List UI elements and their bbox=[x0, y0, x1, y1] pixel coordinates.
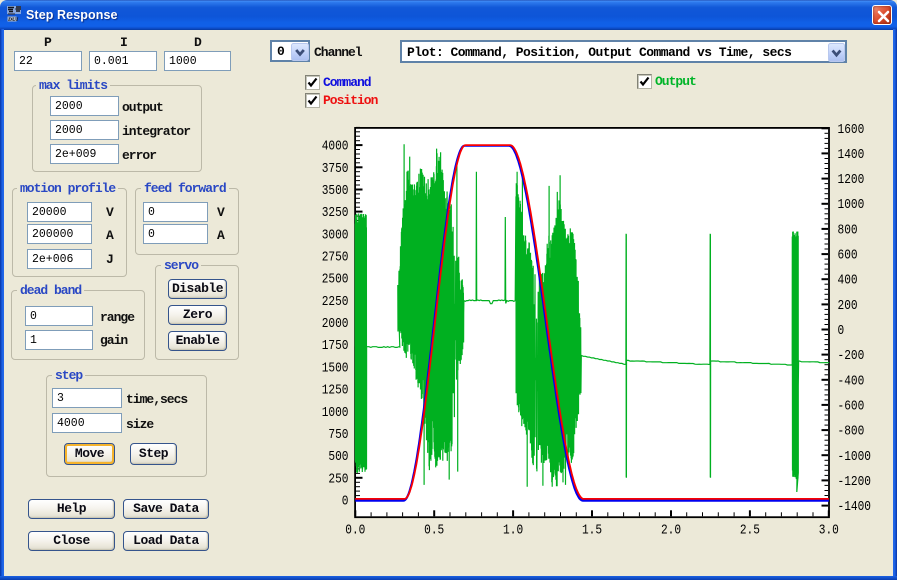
svg-text:800: 800 bbox=[838, 223, 858, 238]
svg-text:2250: 2250 bbox=[322, 295, 349, 310]
svg-text:0.5: 0.5 bbox=[424, 524, 444, 539]
svg-text:500: 500 bbox=[328, 450, 348, 465]
svg-text:1600: 1600 bbox=[838, 123, 865, 138]
svg-text:1000: 1000 bbox=[322, 406, 349, 421]
svg-text:2.0: 2.0 bbox=[661, 524, 681, 539]
svg-text:600: 600 bbox=[838, 249, 858, 264]
svg-text:1750: 1750 bbox=[322, 339, 349, 354]
svg-text:4000: 4000 bbox=[322, 140, 349, 155]
svg-text:-400: -400 bbox=[838, 374, 865, 389]
svg-text:1400: 1400 bbox=[838, 148, 865, 163]
svg-text:1000: 1000 bbox=[838, 198, 865, 213]
svg-text:0.0: 0.0 bbox=[345, 524, 365, 539]
svg-text:3250: 3250 bbox=[322, 206, 349, 221]
svg-text:400: 400 bbox=[838, 274, 858, 289]
svg-text:750: 750 bbox=[328, 428, 348, 443]
svg-text:200: 200 bbox=[838, 299, 858, 314]
svg-text:3000: 3000 bbox=[322, 228, 349, 243]
svg-text:1.5: 1.5 bbox=[582, 524, 602, 539]
svg-text:3.0: 3.0 bbox=[819, 524, 839, 539]
svg-text:0: 0 bbox=[838, 324, 845, 339]
svg-text:3500: 3500 bbox=[322, 184, 349, 199]
svg-text:3750: 3750 bbox=[322, 162, 349, 177]
svg-text:0: 0 bbox=[342, 495, 349, 510]
svg-text:1.0: 1.0 bbox=[503, 524, 523, 539]
svg-text:-200: -200 bbox=[838, 349, 865, 364]
svg-text:1500: 1500 bbox=[322, 361, 349, 376]
svg-text:2.5: 2.5 bbox=[740, 524, 760, 539]
svg-text:-1000: -1000 bbox=[838, 450, 872, 465]
svg-text:2500: 2500 bbox=[322, 273, 349, 288]
svg-text:-800: -800 bbox=[838, 425, 865, 440]
svg-text:1200: 1200 bbox=[838, 173, 865, 188]
svg-text:1250: 1250 bbox=[322, 384, 349, 399]
svg-text:250: 250 bbox=[328, 472, 348, 487]
svg-text:-1200: -1200 bbox=[838, 475, 872, 490]
svg-text:2000: 2000 bbox=[322, 317, 349, 332]
svg-text:-600: -600 bbox=[838, 399, 865, 414]
svg-text:2750: 2750 bbox=[322, 251, 349, 266]
svg-text:-1400: -1400 bbox=[838, 500, 872, 515]
